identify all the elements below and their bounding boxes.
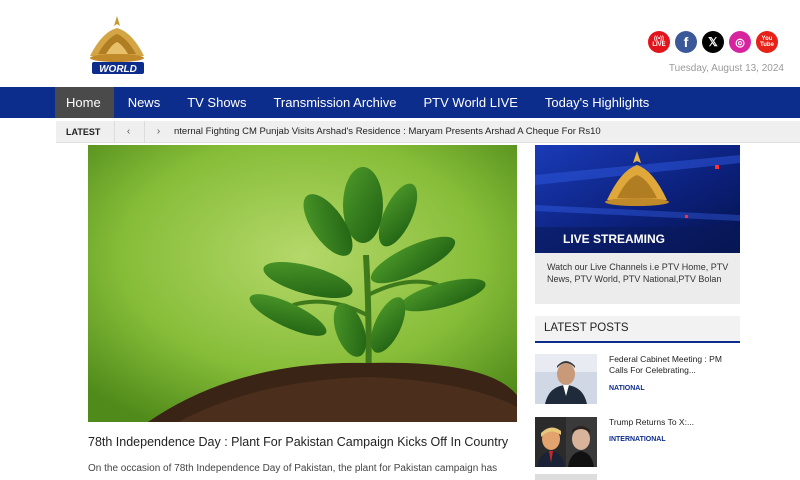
latest-post-item[interactable]: Federal Cabinet Meeting : PM Calls For C… <box>535 354 740 406</box>
page: WORLD ((•)) LIVE f 𝕏 ◎ You Tube Tuesday, A… <box>0 0 800 480</box>
latest-post-item[interactable]: Trump Returns To X:... INTERNATIONAL <box>535 417 740 469</box>
article-hero-image[interactable] <box>88 145 517 422</box>
live-streaming-card[interactable]: LIVE STREAMING Watch our Live Channels i… <box>535 145 740 304</box>
post-thumbnail[interactable] <box>535 417 597 467</box>
post-title[interactable]: Trump Returns To X:... <box>609 417 739 428</box>
instagram-icon[interactable]: ◎ <box>729 31 751 53</box>
live-streaming-banner[interactable]: LIVE STREAMING <box>535 145 740 253</box>
post-category-badge[interactable]: NATIONAL <box>609 385 645 392</box>
live-channels-description: Watch our Live Channels i.e PTV Home, PT… <box>547 262 729 284</box>
main-nav: Home News TV Shows Transmission Archive … <box>0 87 800 118</box>
nav-ptv-world-live[interactable]: PTV World LIVE <box>413 87 531 118</box>
article-excerpt: On the occasion of 78th Independence Day… <box>88 463 498 474</box>
x-twitter-icon[interactable]: 𝕏 <box>702 31 724 53</box>
social-links: ((•)) LIVE f 𝕏 ◎ You Tube <box>648 31 778 53</box>
latest-posts-heading: LATEST POSTS <box>535 316 740 343</box>
post-thumbnail[interactable] <box>535 354 597 404</box>
logo-wordmark: WORLD <box>99 64 137 75</box>
live-streaming-label: LIVE STREAMING <box>563 232 665 246</box>
live-icon[interactable]: ((•)) LIVE <box>648 31 670 53</box>
article-title[interactable]: 78th Independence Day : Plant For Pakist… <box>88 435 518 449</box>
site-header: WORLD ((•)) LIVE f 𝕏 ◎ You Tube Tuesday, A… <box>0 0 800 87</box>
ptv-world-logo[interactable]: WORLD <box>82 14 152 78</box>
ticker-next-button[interactable]: › <box>144 121 172 143</box>
ticker-label: LATEST <box>66 127 101 137</box>
nav-news[interactable]: News <box>117 87 174 118</box>
post-title[interactable]: Federal Cabinet Meeting : PM Calls For C… <box>609 354 739 376</box>
nav-todays-highlights[interactable]: Today's Highlights <box>534 87 662 118</box>
current-date: Tuesday, August 13, 2024 <box>668 63 784 74</box>
next-post-thumbnail-partial[interactable] <box>535 474 597 480</box>
nav-home[interactable]: Home <box>55 87 114 118</box>
ticker-prev-button[interactable]: ‹ <box>114 121 142 143</box>
ticker-headlines[interactable]: nternal Fighting CM Punjab Visits Arshad… <box>174 121 730 143</box>
nav-tv-shows[interactable]: TV Shows <box>176 87 259 118</box>
news-ticker: LATEST ‹ › nternal Fighting CM Punjab Vi… <box>56 121 800 143</box>
youtube-icon[interactable]: You Tube <box>756 31 778 53</box>
post-category-badge[interactable]: INTERNATIONAL <box>609 436 666 443</box>
nav-transmission-archive[interactable]: Transmission Archive <box>262 87 409 118</box>
facebook-icon[interactable]: f <box>675 31 697 53</box>
